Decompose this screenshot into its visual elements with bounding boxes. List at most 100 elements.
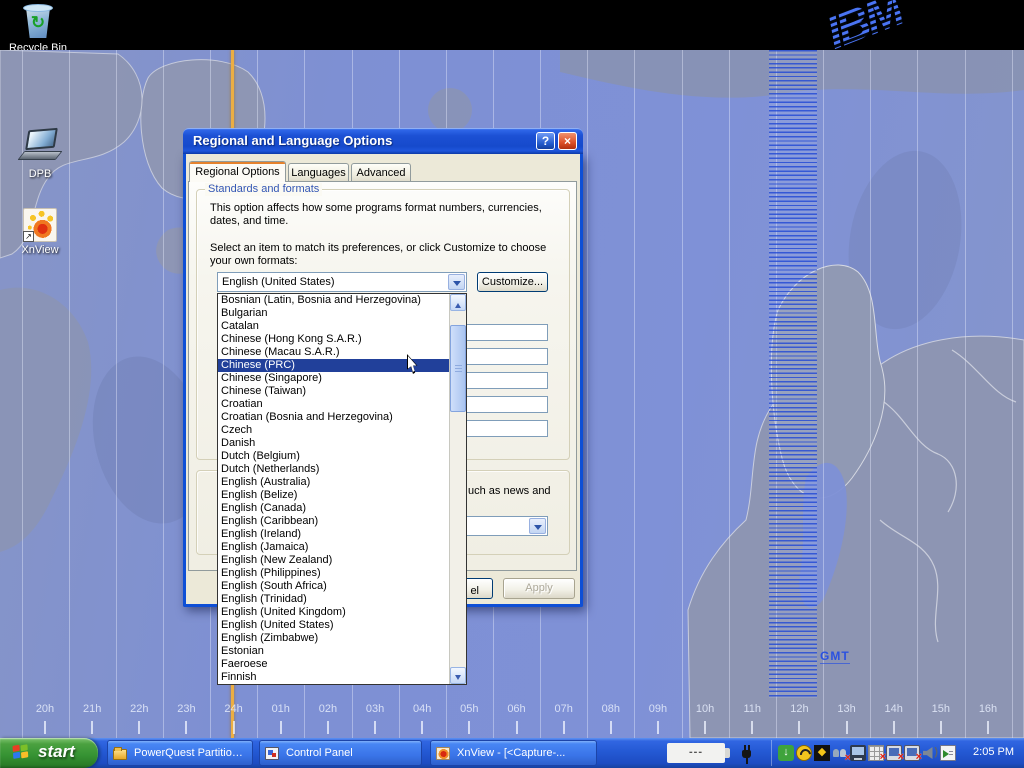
desktop-icon-label: XnView — [8, 244, 72, 256]
taskbar-button[interactable]: XnView - [<Capture-... — [430, 740, 597, 766]
scrollbar-up-arrow-icon[interactable] — [450, 294, 466, 311]
timezone-hour-label: 04h — [402, 703, 442, 715]
combobox-dropdown-arrow-icon[interactable] — [448, 274, 465, 290]
taskbar: start PowerQuest Partition...Control Pan… — [0, 738, 1024, 768]
language-list-item[interactable]: English (Ireland) — [218, 528, 466, 541]
close-button[interactable]: × — [558, 132, 577, 150]
language-list-item[interactable]: Chinese (PRC) — [218, 359, 466, 372]
phone-agent-icon[interactable] — [796, 745, 812, 761]
tab-advanced[interactable]: Advanced — [351, 163, 411, 182]
desktop-icon-label: Recycle Bin — [6, 42, 70, 50]
language-list-item[interactable]: Estonian — [218, 645, 466, 658]
timezone-tick — [421, 721, 423, 734]
timezone-tick — [798, 721, 800, 734]
customize-button[interactable]: Customize... — [477, 272, 548, 292]
format-combobox[interactable]: English (United States) — [217, 272, 467, 292]
language-list-item[interactable]: Chinese (Singapore) — [218, 372, 466, 385]
language-list-item[interactable]: Chinese (Macau S.A.R.) — [218, 346, 466, 359]
timezone-tick — [44, 721, 46, 734]
tab-regional-options[interactable]: Regional Options — [189, 161, 286, 182]
gmt-label: GMT — [820, 649, 850, 664]
timezone-hour-label: 21h — [72, 703, 112, 715]
timezone-hour-label: 23h — [166, 703, 206, 715]
language-list-item[interactable]: English (Caribbean) — [218, 515, 466, 528]
cancel-button-visible-text: el — [470, 582, 479, 601]
timezone-hour-label: 02h — [308, 703, 348, 715]
display-disconnected-icon[interactable]: × — [886, 745, 902, 761]
language-list-item[interactable]: Dutch (Belgium) — [218, 450, 466, 463]
language-list-item[interactable]: Chinese (Hong Kong S.A.R.) — [218, 333, 466, 346]
language-list-item[interactable]: Danish — [218, 437, 466, 450]
taskbar-button[interactable]: Control Panel — [259, 740, 422, 766]
dialog-titlebar[interactable]: Regional and Language Options ? × — [183, 128, 583, 154]
timezone-tick — [751, 721, 753, 734]
timezone-line — [729, 50, 730, 738]
windows-flag-icon — [12, 744, 30, 761]
language-list-item[interactable]: Croatian — [218, 398, 466, 411]
start-button[interactable]: start — [0, 738, 98, 768]
language-list-item[interactable]: English (Zimbabwe) — [218, 632, 466, 645]
scrollbar-down-arrow-icon[interactable] — [450, 667, 466, 684]
timezone-tick — [846, 721, 848, 734]
combobox-dropdown-arrow-icon[interactable] — [529, 518, 546, 534]
help-button[interactable]: ? — [536, 132, 555, 150]
timezone-tick — [468, 721, 470, 734]
language-list-item[interactable]: Faeroese — [218, 658, 466, 671]
timezone-hour-label: 07h — [544, 703, 584, 715]
desktop-icon-dpb[interactable]: DPB — [8, 128, 72, 180]
timezone-line — [1012, 50, 1013, 738]
timezone-line — [682, 50, 683, 738]
timezone-line — [587, 50, 588, 738]
apply-button[interactable]: Apply — [503, 578, 575, 599]
language-list-item[interactable]: English (United States) — [218, 619, 466, 632]
language-list-item[interactable]: Croatian (Bosnia and Herzegovina) — [218, 411, 466, 424]
video-grid-error-icon[interactable]: × — [868, 745, 884, 761]
language-list-item[interactable]: English (Belize) — [218, 489, 466, 502]
power-icon[interactable]: ↓ — [778, 745, 794, 761]
language-list-item[interactable]: Czech — [218, 424, 466, 437]
language-list-item[interactable]: English (Canada) — [218, 502, 466, 515]
location-text-fragment: uch as news and — [468, 485, 551, 498]
language-list-item[interactable]: Catalan — [218, 320, 466, 333]
remote-display-error-icon[interactable]: × — [904, 745, 920, 761]
timezone-hour-label: 12h — [779, 703, 819, 715]
language-list-item[interactable]: Finnish — [218, 671, 466, 684]
language-list-item[interactable]: English (Philippines) — [218, 567, 466, 580]
language-list-item[interactable]: Bosnian (Latin, Bosnia and Herzegovina) — [218, 294, 466, 307]
language-list-item[interactable]: English (South Africa) — [218, 580, 466, 593]
list-scrollbar[interactable] — [449, 294, 466, 684]
timezone-hour-label: 10h — [685, 703, 725, 715]
power-plug-icon[interactable] — [739, 745, 753, 761]
timezone-hour-label: 01h — [261, 703, 301, 715]
norton-icon[interactable]: ◆ — [814, 745, 830, 761]
timezone-hour-label: 05h — [449, 703, 489, 715]
timezone-tick — [893, 721, 895, 734]
timezone-tick — [280, 721, 282, 734]
laptop-icon — [17, 128, 63, 166]
scrollbar-thumb[interactable] — [450, 325, 466, 412]
timezone-tick — [233, 721, 235, 734]
mouse-cursor — [407, 354, 420, 374]
language-list-item[interactable]: English (Jamaica) — [218, 541, 466, 554]
timezone-hour-label: 06h — [497, 703, 537, 715]
language-list-item[interactable]: Dutch (Netherlands) — [218, 463, 466, 476]
battery-meter[interactable]: --- — [667, 743, 725, 763]
users-offline-icon[interactable]: × — [832, 745, 848, 761]
language-list-item[interactable]: English (Trinidad) — [218, 593, 466, 606]
tray-divider — [771, 740, 772, 766]
language-bar-icon[interactable] — [940, 745, 956, 761]
regional-language-options-dialog: Regional and Language Options ? × Region… — [183, 128, 583, 607]
network-icon[interactable] — [850, 745, 866, 761]
recycle-arrows-icon: ↻ — [23, 11, 53, 35]
volume-icon[interactable] — [922, 745, 938, 761]
tab-languages[interactable]: Languages — [288, 163, 349, 182]
desktop-icon-xnview[interactable]: ↗ XnView — [8, 208, 72, 256]
taskbar-button[interactable]: PowerQuest Partition... — [107, 740, 253, 766]
language-list-item[interactable]: English (Australia) — [218, 476, 466, 489]
language-list-item[interactable]: English (United Kingdom) — [218, 606, 466, 619]
language-list-item[interactable]: Chinese (Taiwan) — [218, 385, 466, 398]
xnview-icon: ↗ — [23, 208, 57, 242]
language-list-item[interactable]: Bulgarian — [218, 307, 466, 320]
language-list-item[interactable]: English (New Zealand) — [218, 554, 466, 567]
desktop-icon-recycle-bin[interactable]: ↻ Recycle Bin — [6, 4, 70, 50]
